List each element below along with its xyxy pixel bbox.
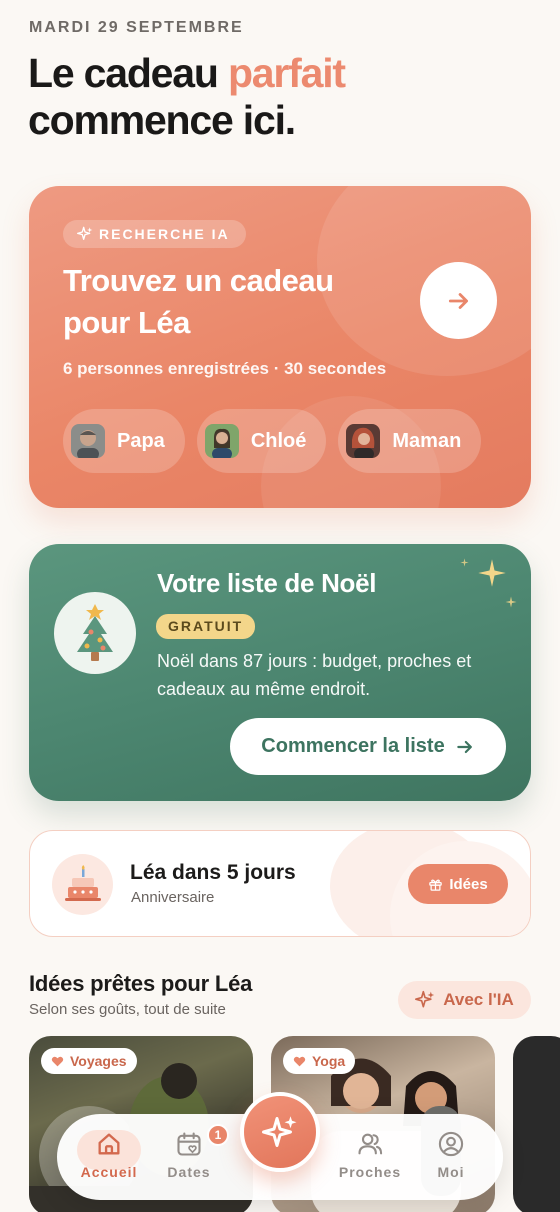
ai-badge-label: RECHERCHE IA	[99, 226, 230, 242]
calendar-heart-icon	[177, 1132, 201, 1156]
avatar	[346, 424, 381, 458]
ideas-section-subtitle: Selon ses goûts, tout de suite	[29, 1001, 226, 1018]
christmas-tree-badge	[54, 592, 136, 674]
idea-tag-label: Yoga	[312, 1053, 346, 1069]
ideas-button-label: Idées	[449, 875, 488, 893]
idea-tag: Yoga	[283, 1048, 356, 1074]
tab-proches[interactable]: Proches	[335, 1124, 405, 1190]
gift-icon	[429, 879, 443, 891]
profile-icon	[438, 1131, 464, 1157]
ai-card-title: Trouvez un cadeau pour Léa	[63, 263, 334, 340]
person-chip-maman[interactable]: Maman	[338, 409, 482, 473]
avatar	[71, 424, 105, 458]
ai-card-subtitle: 6 personnes enregistrées · 30 secondes	[63, 359, 387, 378]
tab-label: Proches	[338, 1164, 402, 1180]
sparkle-icon	[460, 558, 469, 567]
ai-search-card[interactable]: RECHERCHE IA Trouvez un cadeau pour Léa …	[29, 186, 531, 508]
christmas-tree-icon	[77, 604, 113, 661]
sparkle-icon	[262, 1116, 297, 1147]
ideas-button[interactable]: Idées	[408, 864, 508, 904]
noel-list-card[interactable]: Votre liste de Noël GRATUIT Noël dans 87…	[29, 544, 531, 801]
people-icon	[358, 1133, 383, 1155]
date-label: MARDI 29 SEPTEMBRE	[29, 19, 244, 36]
arrow-right-icon	[448, 292, 468, 309]
home-icon	[98, 1133, 120, 1155]
person-chip-papa[interactable]: Papa	[63, 409, 185, 473]
sparkle-icon	[478, 559, 506, 587]
tab-label: Accueil	[80, 1164, 138, 1180]
free-badge: GRATUIT	[156, 614, 256, 639]
person-chip-chloe[interactable]: Chloé	[196, 409, 327, 473]
tab-label: Moi	[437, 1164, 465, 1180]
person-chip-label: Papa	[117, 429, 165, 452]
tab-label: Dates	[167, 1164, 211, 1180]
start-list-button[interactable]: Commencer la liste	[230, 718, 506, 775]
start-list-label: Commencer la liste	[261, 735, 445, 757]
noel-card-title: Votre liste de Noël	[157, 568, 377, 598]
ai-go-button[interactable]	[420, 262, 497, 339]
sparkle-icon	[415, 990, 435, 1008]
birthday-subtitle: Anniversaire	[131, 889, 215, 906]
headline-part2: commence ici.	[28, 97, 296, 143]
cake-badge	[52, 854, 113, 915]
tab-moi[interactable]: Moi	[419, 1124, 483, 1190]
dates-notification-badge: 1	[207, 1124, 229, 1146]
tab-accueil[interactable]: Accueil	[77, 1124, 141, 1190]
idea-tag-label: Voyages	[70, 1053, 127, 1069]
birthday-title: Léa dans 5 jours	[130, 861, 296, 884]
ai-fab-button[interactable]	[240, 1092, 320, 1172]
person-chip-label: Maman	[392, 429, 462, 452]
idea-tag: Voyages	[41, 1048, 137, 1074]
heart-icon	[293, 1056, 306, 1066]
headline-accent: parfait	[227, 50, 346, 96]
ai-ideas-button[interactable]: Avec l'IA	[398, 981, 531, 1019]
ai-ideas-label: Avec l'IA	[443, 990, 514, 1009]
page-headline: Le cadeau parfait commence ici.	[28, 50, 528, 144]
idea-card-partial[interactable]	[513, 1036, 560, 1212]
headline-part1: Le cadeau	[28, 50, 228, 96]
avatar	[204, 424, 239, 458]
person-chip-label: Chloé	[250, 429, 307, 452]
ideas-section-title: Idées prêtes pour Léa	[29, 971, 253, 996]
noel-card-description: Noël dans 87 jours : budget, proches et …	[157, 651, 472, 699]
birthday-reminder-card[interactable]: Léa dans 5 jours Anniversaire Idées	[29, 830, 531, 937]
sparkle-icon	[77, 226, 93, 240]
birthday-cake-icon	[64, 864, 101, 901]
heart-icon	[51, 1056, 64, 1066]
sparkle-icon	[505, 596, 517, 608]
ai-badge: RECHERCHE IA	[63, 220, 246, 248]
arrow-right-icon	[456, 740, 472, 753]
